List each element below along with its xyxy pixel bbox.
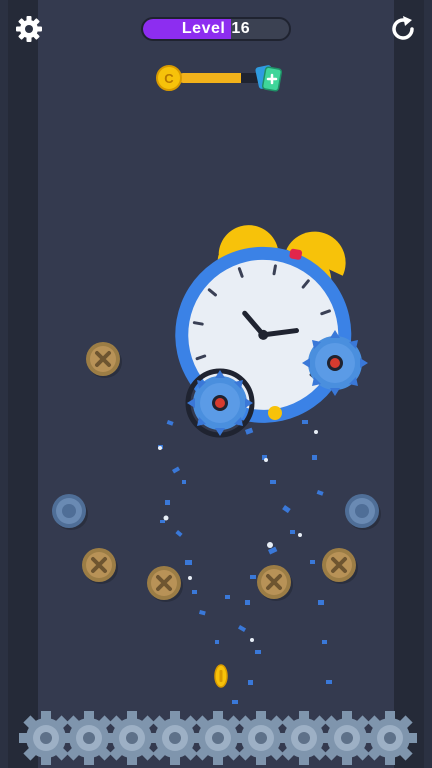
level-indicator: Level 16 xyxy=(141,17,291,41)
screw-gold[interactable] xyxy=(145,564,183,602)
saw-blade-left[interactable] xyxy=(185,368,255,438)
coin-icon: C xyxy=(156,65,182,91)
screw-gold[interactable] xyxy=(320,546,358,584)
restart-icon xyxy=(392,16,414,40)
screw-blue[interactable] xyxy=(50,492,88,530)
reward-progress: C xyxy=(156,63,283,93)
progress-fill xyxy=(178,73,241,83)
progress-track xyxy=(178,73,262,83)
screw-gold[interactable] xyxy=(80,546,118,584)
level-label: Level xyxy=(181,20,226,37)
game-stage[interactable]: Level 16 C xyxy=(0,0,432,768)
restart-button[interactable] xyxy=(386,12,420,46)
gear-icon xyxy=(19,711,417,765)
screw-gold[interactable] xyxy=(84,340,122,378)
falling-coin xyxy=(214,664,228,688)
card-plus-icon xyxy=(255,65,283,92)
screw-gold[interactable] xyxy=(255,563,293,601)
grinder-gears xyxy=(19,711,417,765)
gear-icon xyxy=(16,16,42,42)
screw-blue[interactable] xyxy=(343,492,381,530)
saw-blade-right[interactable] xyxy=(300,328,370,398)
settings-button[interactable] xyxy=(12,12,46,46)
level-number: 16 xyxy=(231,20,251,37)
